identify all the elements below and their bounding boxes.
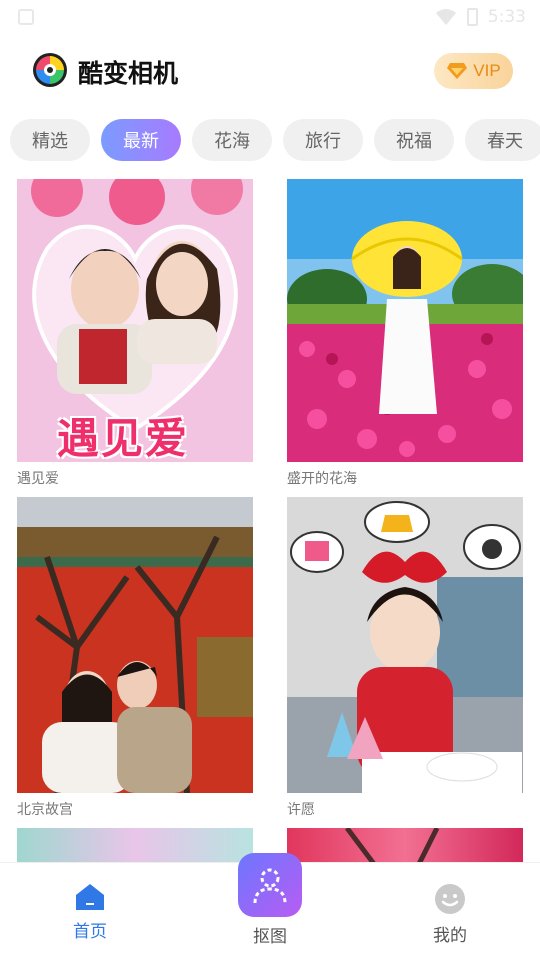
notification-icon [18,9,34,25]
template-caption: 盛开的花海 [287,471,357,487]
status-indicators: 5:33 [435,7,526,27]
portrait-cutout-icon [253,868,287,904]
tab-spring[interactable]: 春天 [465,119,540,161]
home-icon [76,884,104,910]
template-card[interactable] [17,828,253,862]
template-caption: 遇见爱 [17,471,59,487]
nav-mine-label: 我的 [433,926,467,946]
template-card[interactable]: 北京故宫 [17,497,253,819]
template-caption: 北京故宫 [17,802,73,818]
template-thumbnail [287,179,523,462]
status-bar: 5:33 [0,0,540,36]
tab-travel[interactable]: 旅行 [283,119,363,161]
template-card[interactable]: 盛开的花海 [287,179,523,488]
nav-home-label: 首页 [73,922,107,942]
app-title: 酷变相机 [78,59,179,88]
tab-latest[interactable]: 最新 [101,119,181,161]
vip-label: VIP [473,61,501,80]
template-overlay-title: 遇见爱 [57,414,190,462]
status-time: 5:33 [487,7,526,27]
bottom-navigation: 首页 抠图 我的 [0,853,540,960]
template-card[interactable]: 许愿 [287,497,523,819]
template-caption: 许愿 [287,802,315,818]
nav-mine[interactable]: 我的 [410,883,490,946]
template-grid: 遇见爱 遇见爱 盛开的花海 北京故宫 许愿 [0,176,540,862]
wifi-icon [435,8,457,26]
diamond-icon [447,63,468,79]
nav-cutout-label: 抠图 [253,927,287,947]
cutout-button[interactable] [238,853,302,917]
vip-button[interactable]: VIP [434,53,513,89]
tab-featured[interactable]: 精选 [10,119,90,161]
battery-icon [466,8,478,26]
app-header: 酷变相机 VIP [0,36,540,106]
tab-blessing[interactable]: 祝福 [374,119,454,161]
template-thumbnail [287,828,523,862]
template-card[interactable]: 遇见爱 遇见爱 [17,179,253,488]
nav-home[interactable]: 首页 [50,883,130,942]
template-thumbnail [17,497,253,793]
category-tabs: 精选 最新 花海 旅行 祝福 春天 [10,119,540,161]
template-thumbnail [287,497,523,793]
template-thumbnail [17,828,253,862]
tab-flower-sea[interactable]: 花海 [192,119,272,161]
smiley-profile-icon [435,884,465,914]
app-logo-icon [32,52,68,88]
template-thumbnail: 遇见爱 [17,179,253,462]
template-card[interactable] [287,828,523,862]
